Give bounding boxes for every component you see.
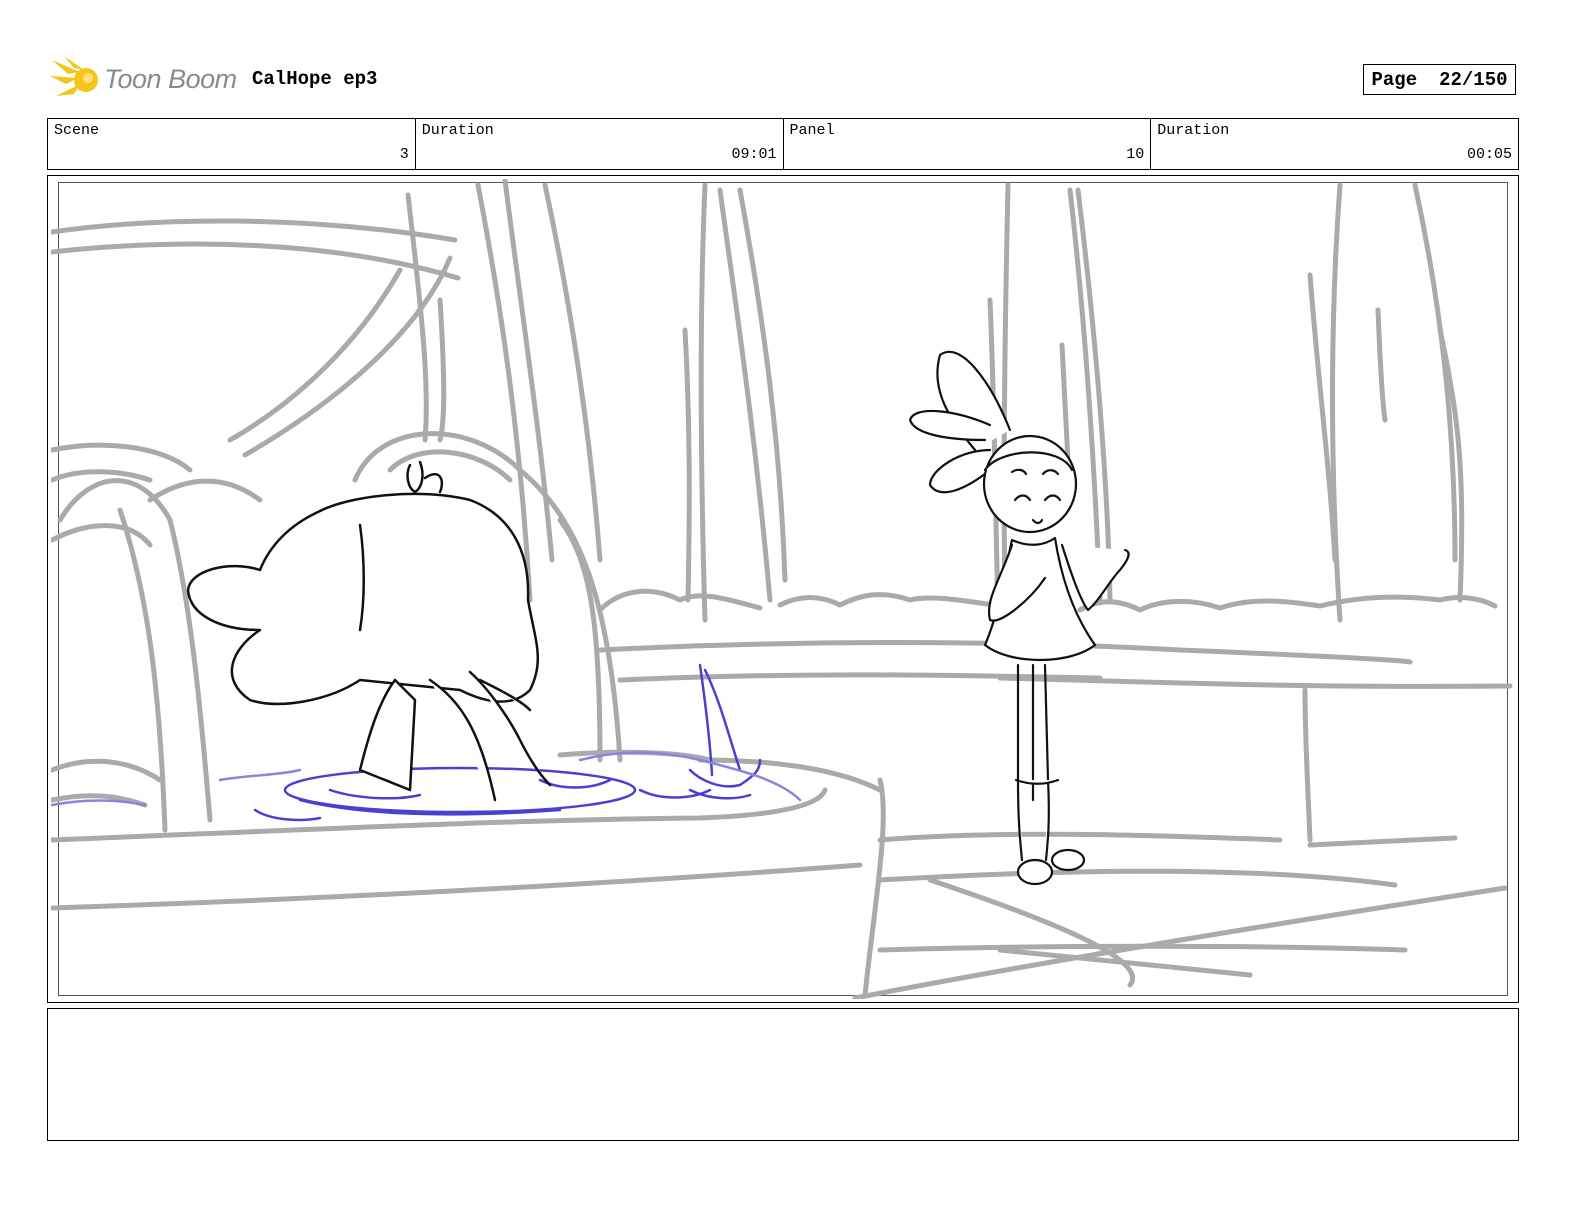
project-title: CalHope ep3: [252, 68, 378, 90]
storyboard-sketch: [51, 179, 1513, 999]
panel-info-table: Scene 3 Duration 09:01 Panel 10 Duration…: [47, 118, 1519, 170]
page-indicator: Page 22/150: [1363, 64, 1516, 95]
page-number: 22/150: [1439, 68, 1508, 91]
panel-value: 10: [1126, 146, 1145, 163]
scene-value: 3: [399, 146, 409, 163]
character-in-fountain: [186, 460, 552, 802]
toon-boom-logo: Toon Boom: [50, 54, 240, 106]
panel-label: Panel: [789, 122, 835, 139]
panel-cell: Panel 10: [784, 119, 1152, 169]
scene-duration-value: 09:01: [731, 146, 777, 163]
logo-flame-icon: [50, 56, 98, 96]
panel-duration-value: 00:05: [1466, 146, 1512, 163]
standing-character: [908, 350, 1130, 886]
scene-cell: Scene 3: [48, 119, 416, 169]
logo-text: Toon Boom: [104, 64, 237, 94]
panel-notes-box: [47, 1008, 1519, 1141]
scene-duration-label: Duration: [421, 122, 494, 139]
panel-duration-cell: Duration 00:05: [1151, 119, 1518, 169]
page-label: Page: [1371, 68, 1418, 91]
scene-label: Scene: [54, 122, 100, 139]
panel-duration-label: Duration: [1157, 122, 1230, 139]
scene-duration-cell: Duration 09:01: [416, 119, 784, 169]
